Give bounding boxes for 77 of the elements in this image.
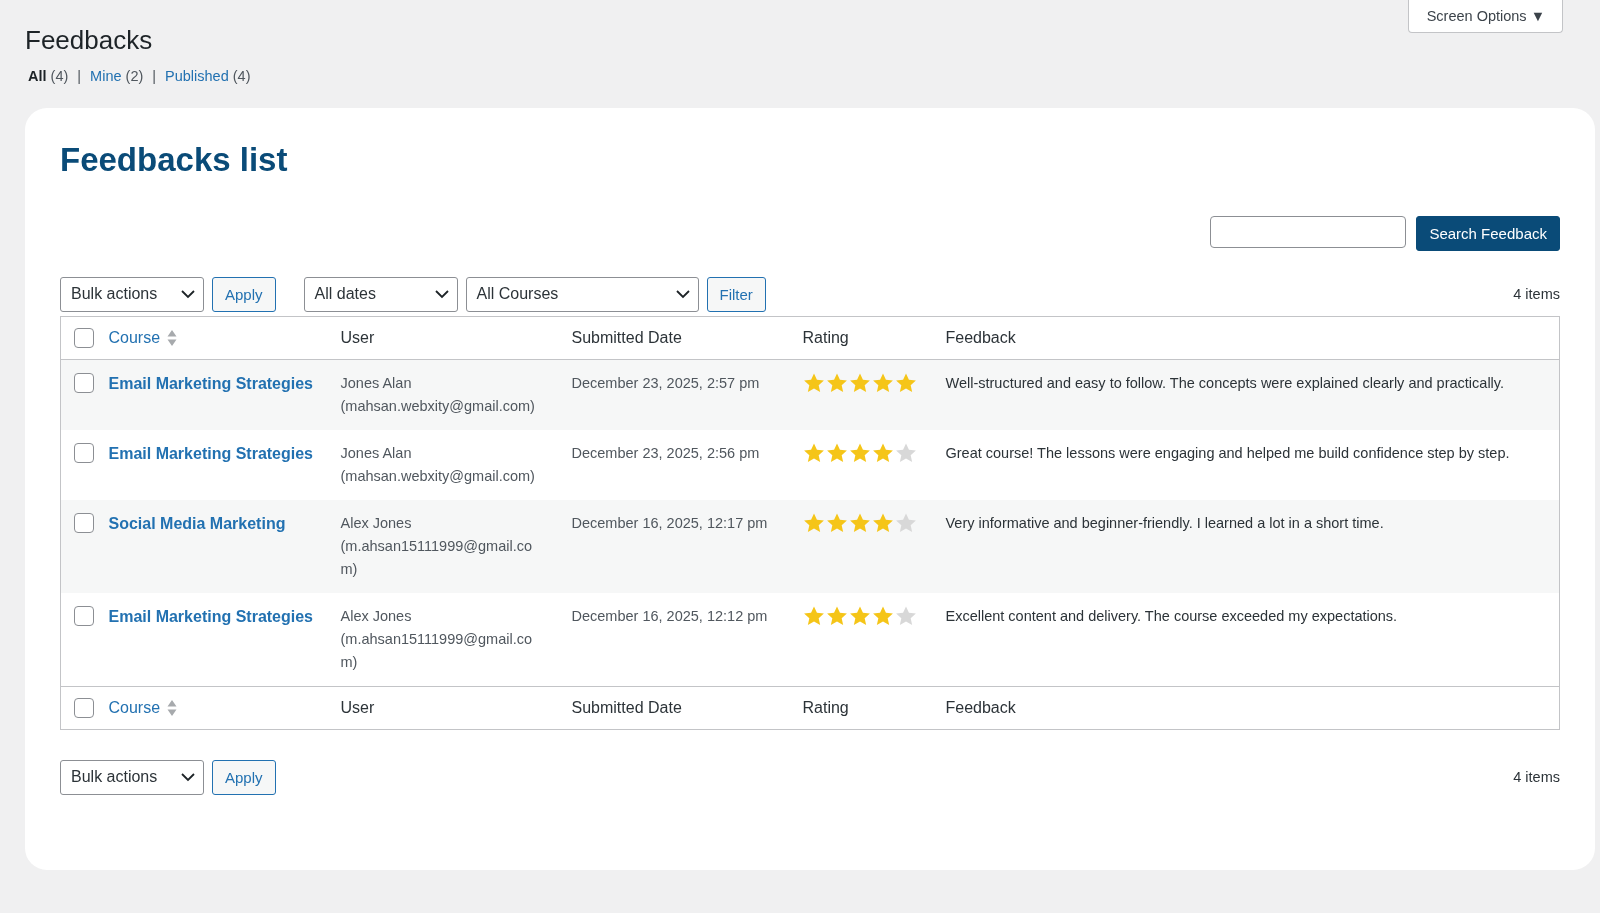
view-filter-link[interactable]: Mine (2) (90, 68, 144, 84)
item-count: 4 items (1513, 769, 1560, 785)
star-icon (825, 512, 848, 534)
sortable-column-header[interactable]: Course (108, 699, 178, 717)
date-filter-dropdown[interactable]: All dates (303, 276, 458, 312)
apply-button[interactable]: Apply (212, 759, 276, 795)
submitted-date: December 16, 2025, 12:12 pm (571, 608, 768, 624)
filter-button[interactable]: Filter (706, 276, 766, 312)
column-header: Rating (802, 329, 849, 346)
view-separator: | (77, 68, 82, 84)
column-header: Rating (802, 699, 849, 716)
star-icon (848, 605, 871, 627)
column-header: User (340, 699, 375, 716)
user-text: Alex Jones (m.ahsan15111999@gmail.com) (340, 607, 534, 672)
bulk-actions-dropdown[interactable]: Bulk actions (60, 759, 204, 795)
course-link[interactable]: Email Marketing Strategies (108, 608, 313, 625)
star-icon (825, 442, 848, 464)
checkbox[interactable] (74, 373, 94, 393)
star-icon (894, 442, 917, 464)
screen-options-button[interactable]: Screen Options ▼ (1407, 0, 1563, 33)
course-filter-dropdown[interactable]: All Courses (465, 276, 699, 312)
user-text: Jones Alan (mahsan.webxity@gmail.com) (340, 374, 536, 416)
star-icon (802, 372, 825, 394)
chevron-down-icon (181, 289, 195, 299)
apply-button[interactable]: Apply (212, 276, 276, 312)
search-feedback-button[interactable]: Search Feedback (1416, 216, 1560, 251)
submitted-date: December 23, 2025, 2:57 pm (571, 375, 760, 391)
course-link[interactable]: Email Marketing Strategies (108, 445, 313, 462)
star-icon (825, 372, 848, 394)
bulk-actions-dropdown[interactable]: Bulk actions (60, 276, 204, 312)
card-title: Feedbacks list (60, 140, 289, 180)
course-link[interactable]: Social Media Marketing (108, 515, 286, 532)
chevron-down-icon (675, 289, 690, 299)
star-icon (802, 512, 825, 534)
feedback-text: Excellent content and delivery. The course exceeded my expectations. (945, 608, 1398, 624)
sort-icon (167, 699, 178, 717)
star-icon (802, 442, 825, 464)
feedback-text: Well-structured and easy to follow. The concepts were explained clearly and practically. (945, 375, 1505, 391)
sort-icon (167, 329, 178, 347)
feedback-text: Great course! The lessons were engaging and helped me build confidence step by step. (945, 445, 1510, 461)
star-icon (802, 605, 825, 627)
sortable-column-header[interactable]: Course (108, 329, 178, 347)
column-header: Feedback (945, 329, 1016, 346)
checkbox[interactable] (74, 606, 94, 626)
submitted-date: December 23, 2025, 2:56 pm (571, 445, 760, 461)
star-icon (894, 512, 917, 534)
user-text: Alex Jones (m.ahsan15111999@gmail.com) (340, 514, 534, 579)
star-icon (871, 372, 894, 394)
user-text: Jones Alan (mahsan.webxity@gmail.com) (340, 444, 536, 486)
star-icon (848, 372, 871, 394)
feedback-text: Very informative and beginner-friendly. I learned a lot in a short time. (945, 515, 1384, 531)
column-header: Submitted Date (571, 699, 682, 716)
page-title: Feedbacks (25, 24, 154, 57)
checkbox[interactable] (74, 328, 94, 348)
view-filter-link[interactable]: All (4) (28, 68, 69, 84)
search-field[interactable] (1210, 216, 1407, 248)
submitted-date: December 16, 2025, 12:17 pm (571, 515, 768, 531)
course-link[interactable]: Email Marketing Strategies (108, 375, 313, 392)
checkbox[interactable] (74, 698, 94, 718)
column-header: Feedback (945, 699, 1016, 716)
column-header: Submitted Date (571, 329, 682, 346)
star-icon (848, 512, 871, 534)
star-icon (894, 605, 917, 627)
chevron-down-icon (181, 772, 195, 782)
view-filter-link[interactable]: Published (4) (165, 68, 251, 84)
star-icon (894, 372, 917, 394)
column-header: User (340, 329, 375, 346)
checkbox[interactable] (74, 513, 94, 533)
checkbox[interactable] (74, 443, 94, 463)
star-icon (871, 442, 894, 464)
star-icon (825, 605, 848, 627)
star-icon (871, 512, 894, 534)
chevron-down-icon (434, 289, 449, 299)
star-icon (848, 442, 871, 464)
item-count: 4 items (1513, 286, 1560, 302)
star-icon (871, 605, 894, 627)
view-separator: | (152, 68, 157, 84)
